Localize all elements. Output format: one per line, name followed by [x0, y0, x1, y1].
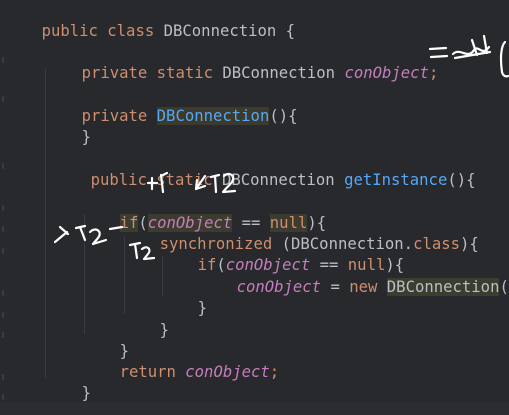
gutter-marker [2, 96, 4, 102]
keyword: new [349, 278, 378, 296]
code-line-return[interactable]: return conObject; [82, 342, 280, 381]
punctuation: (){ [447, 171, 476, 189]
code-line-close-brace[interactable]: } [122, 300, 169, 339]
type-name: DBConnection [222, 171, 345, 189]
method-name: getInstance [344, 171, 448, 189]
punctuation: ){ [460, 235, 479, 253]
gutter-marker [2, 163, 4, 169]
keyword: class [413, 235, 461, 253]
code-line-class-declaration[interactable]: public class DBConnection { [4, 1, 296, 40]
gutter-marker [2, 248, 4, 254]
operator: = [321, 278, 350, 296]
code-line-close-brace[interactable]: } [44, 107, 91, 146]
type-name: DBConnection [222, 64, 345, 82]
keyword: public static [90, 171, 222, 189]
constructor-name: DBConnection [156, 107, 270, 125]
gutter-marker [2, 332, 4, 338]
gutter-marker [2, 290, 4, 296]
class-name: DBConnection [386, 278, 500, 296]
field-name: conObject [236, 278, 322, 296]
code-line-get-instance[interactable]: public static DBConnection getInstance()… [53, 150, 476, 189]
semicolon: ; [428, 64, 439, 82]
code-editor[interactable]: public class DBConnection { private stat… [0, 0, 509, 415]
field-name: conObject [344, 64, 429, 82]
gutter-marker [2, 312, 4, 318]
code-line-constructor[interactable]: private DBConnection(){ [44, 86, 298, 125]
gutter-marker [2, 205, 4, 211]
class-name: DBConnection [163, 22, 277, 40]
code-line-inner-if[interactable]: if(conObject == null){ [160, 235, 405, 274]
keyword: return [119, 363, 186, 381]
punctuation: } [81, 128, 91, 146]
punctuation: } [159, 321, 169, 339]
code-line-assignment[interactable]: conObject = new DBConnection(); [199, 257, 509, 296]
code-line-field-declaration[interactable]: private static DBConnection conObject; [44, 43, 439, 82]
punctuation: (); [499, 278, 509, 296]
field-name: conObject [185, 363, 270, 381]
keyword: private [81, 107, 157, 125]
code-line-close-brace[interactable]: } [82, 321, 129, 360]
code-line-close-brace[interactable]: } [160, 278, 207, 317]
code-line-synchronized[interactable]: synchronized (DBConnection.class){ [122, 214, 479, 253]
punctuation: (){ [269, 107, 298, 125]
code-line-outer-if[interactable]: if(conObject == null){ [82, 193, 326, 232]
gutter-marker [2, 226, 4, 232]
punctuation: } [81, 384, 91, 402]
keyword: public class [41, 22, 164, 40]
code-line-close-brace[interactable]: } [44, 363, 91, 402]
gutter-marker [2, 374, 4, 380]
keyword: private static [81, 64, 223, 82]
semicolon: ; [269, 363, 280, 381]
code-line-close-brace[interactable]: } [4, 384, 51, 415]
punctuation: { [276, 22, 296, 40]
ink-bracket [499, 40, 509, 78]
status-strip [0, 402, 509, 415]
ink-scribble [451, 34, 492, 60]
punctuation: } [197, 299, 207, 317]
